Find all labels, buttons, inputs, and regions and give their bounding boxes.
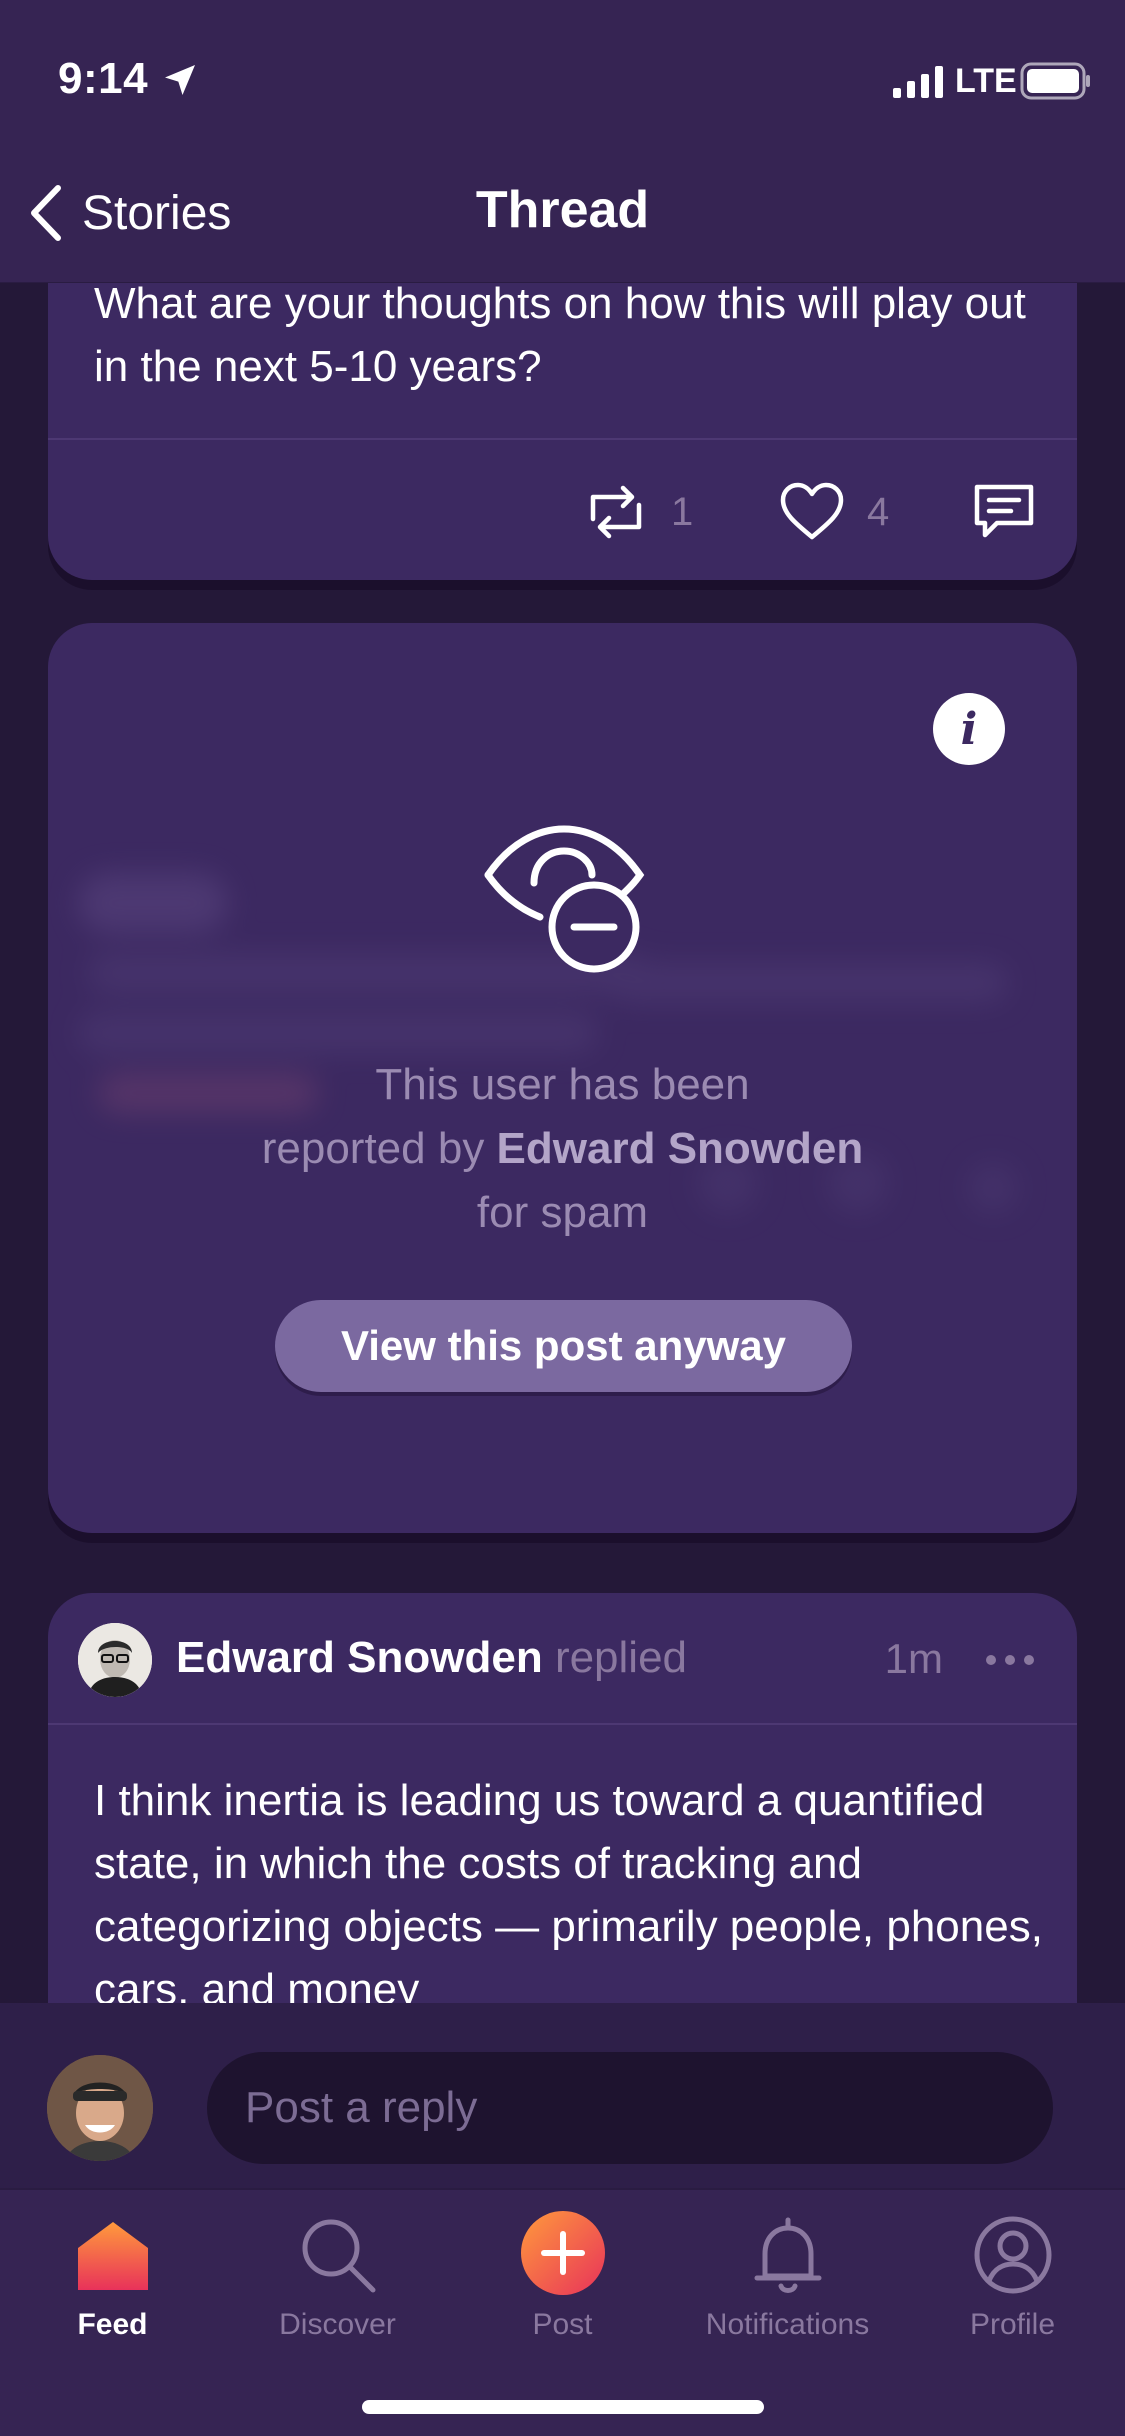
info-icon: i — [960, 703, 978, 755]
report-line-3: for spam — [476, 1188, 649, 1237]
bell-icon — [754, 2217, 821, 2293]
like-button[interactable]: 4 — [775, 472, 889, 552]
repost-count: 1 — [671, 489, 694, 534]
tab-post[interactable]: Post — [450, 2210, 675, 2360]
tab-label: Post — [532, 2308, 593, 2341]
reply-author[interactable]: Edward Snowden — [176, 1633, 543, 1682]
repost-button[interactable]: 1 — [579, 472, 693, 552]
reply-header: Edward Snowden replied — [176, 1633, 687, 1683]
home-indicator[interactable] — [362, 2400, 764, 2414]
tab-label: Profile — [969, 2308, 1056, 2341]
view-post-anyway-button[interactable]: View this post anyway — [275, 1300, 852, 1392]
reply-card[interactable]: Edward Snowden replied 1m I think inerti… — [48, 1593, 1077, 2013]
user-portrait-icon — [47, 2055, 153, 2161]
comment-icon — [974, 484, 1034, 538]
hidden-post-card: i This user has been reported by Edward … — [48, 623, 1077, 1533]
avatar-portrait-icon — [78, 1623, 152, 1697]
avatar[interactable] — [78, 1623, 152, 1697]
divider — [48, 438, 1077, 440]
network-type: LTE — [955, 62, 1017, 100]
tab-discover[interactable]: Discover — [225, 2210, 450, 2360]
reply-timestamp: 1m — [884, 1635, 943, 1682]
tab-label: Feed — [77, 2308, 148, 2341]
tab-bar: Feed Discover Post Notifications Profile — [0, 2188, 1125, 2436]
reporter-name: Edward Snowden — [496, 1124, 864, 1173]
info-button[interactable]: i — [933, 693, 1005, 765]
home-icon — [77, 2222, 148, 2290]
divider — [48, 1723, 1077, 1725]
cellular-signal-icon — [893, 66, 943, 98]
plus-icon — [520, 2211, 605, 2295]
post-text: What are your thoughts on how this will … — [94, 279, 1026, 391]
more-options-icon[interactable] — [983, 1647, 1037, 1673]
repost-icon — [590, 485, 642, 539]
battery-icon — [1020, 62, 1090, 100]
page-title: Thread — [475, 181, 650, 239]
hidden-eye-icon — [484, 825, 645, 973]
reply-text: I think inertia is leading us toward a q… — [94, 1776, 1043, 2013]
current-user-avatar[interactable] — [47, 2055, 153, 2161]
tab-label: Notifications — [705, 2308, 870, 2341]
tab-profile[interactable]: Profile — [900, 2210, 1125, 2360]
status-time: 9:14 — [58, 54, 149, 103]
tab-feed[interactable]: Feed — [0, 2210, 225, 2360]
report-notice: This user has been reported by Edward Sn… — [48, 1053, 1077, 1245]
compose-bar — [0, 2003, 1125, 2188]
reply-input[interactable] — [207, 2052, 1053, 2164]
reply-verb: replied — [554, 1633, 688, 1682]
like-count: 4 — [867, 489, 890, 534]
top-bar: 9:14 LTE Stories Thread — [0, 0, 1125, 283]
heart-icon — [780, 482, 844, 540]
profile-icon — [974, 2216, 1051, 2294]
report-line-2: reported by Edward Snowden — [261, 1124, 864, 1173]
report-line-1: This user has been — [375, 1060, 750, 1109]
tab-label: Discover — [279, 2308, 396, 2341]
location-arrow-icon — [165, 65, 195, 95]
comment-button[interactable] — [967, 472, 1041, 552]
search-icon — [302, 2219, 375, 2293]
tab-notifications[interactable]: Notifications — [675, 2210, 900, 2360]
